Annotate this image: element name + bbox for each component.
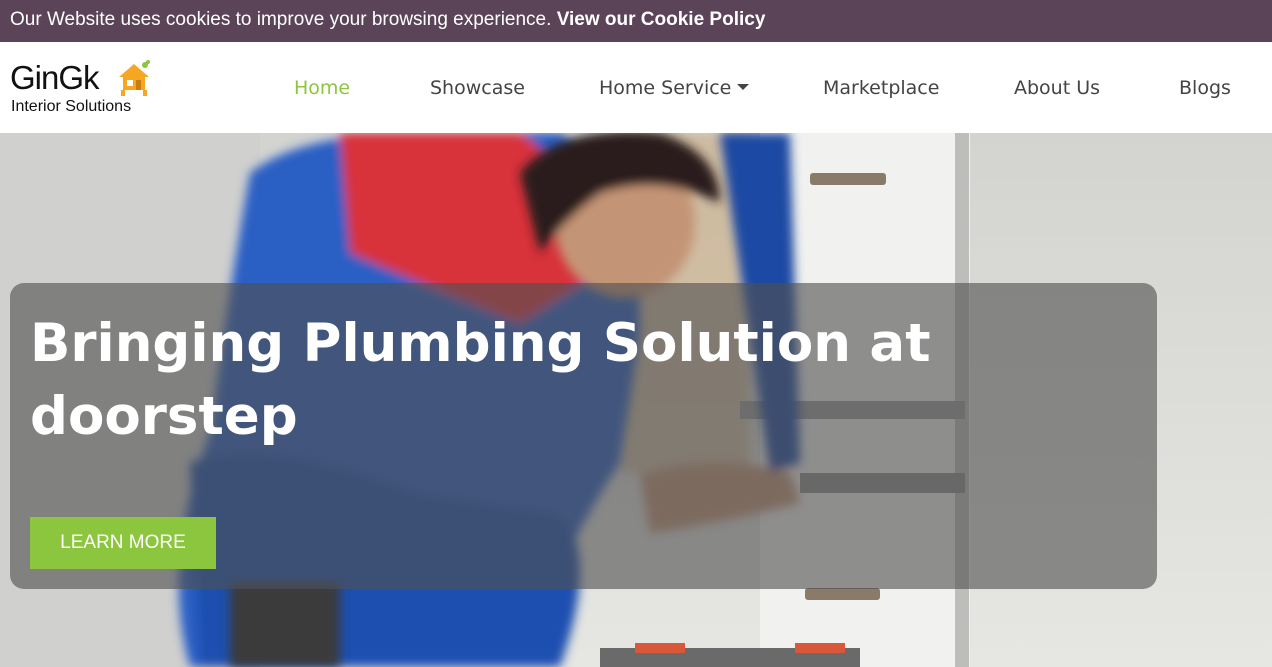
- hero-banner: Bringing Plumbing Solution at doorstep L…: [0, 133, 1272, 667]
- nav-item-home-service[interactable]: Home Service: [599, 42, 750, 133]
- logo-brand: GinGk: [10, 59, 100, 96]
- nav-item-blogs[interactable]: Blogs: [1179, 42, 1231, 133]
- site-logo[interactable]: GinGk Interior Solutions: [10, 58, 160, 122]
- learn-more-button[interactable]: LEARN MORE: [30, 517, 216, 569]
- nav-item-home[interactable]: Home: [294, 42, 350, 133]
- hero-title: Bringing Plumbing Solution at doorstep: [30, 313, 931, 447]
- nav-item-about-us[interactable]: About Us: [1014, 42, 1100, 133]
- logo-tagline: Interior Solutions: [11, 98, 132, 115]
- house-logo-icon: [119, 60, 150, 96]
- nav-item-showcase[interactable]: Showcase: [430, 42, 525, 133]
- nav-item-marketplace[interactable]: Marketplace: [823, 42, 939, 133]
- cookie-message: Our Website uses cookies to improve your…: [10, 9, 552, 30]
- hero-caption-card: Bringing Plumbing Solution at doorstep L…: [10, 283, 1157, 589]
- main-navbar: GinGk Interior Solutions Home Showcase H…: [0, 42, 1272, 133]
- caret-down-icon: [737, 84, 750, 90]
- cookie-policy-link[interactable]: View our Cookie Policy: [557, 9, 766, 30]
- cookie-banner: Our Website uses cookies to improve your…: [0, 0, 1272, 42]
- nav-item-home-service-label: Home Service: [599, 77, 732, 99]
